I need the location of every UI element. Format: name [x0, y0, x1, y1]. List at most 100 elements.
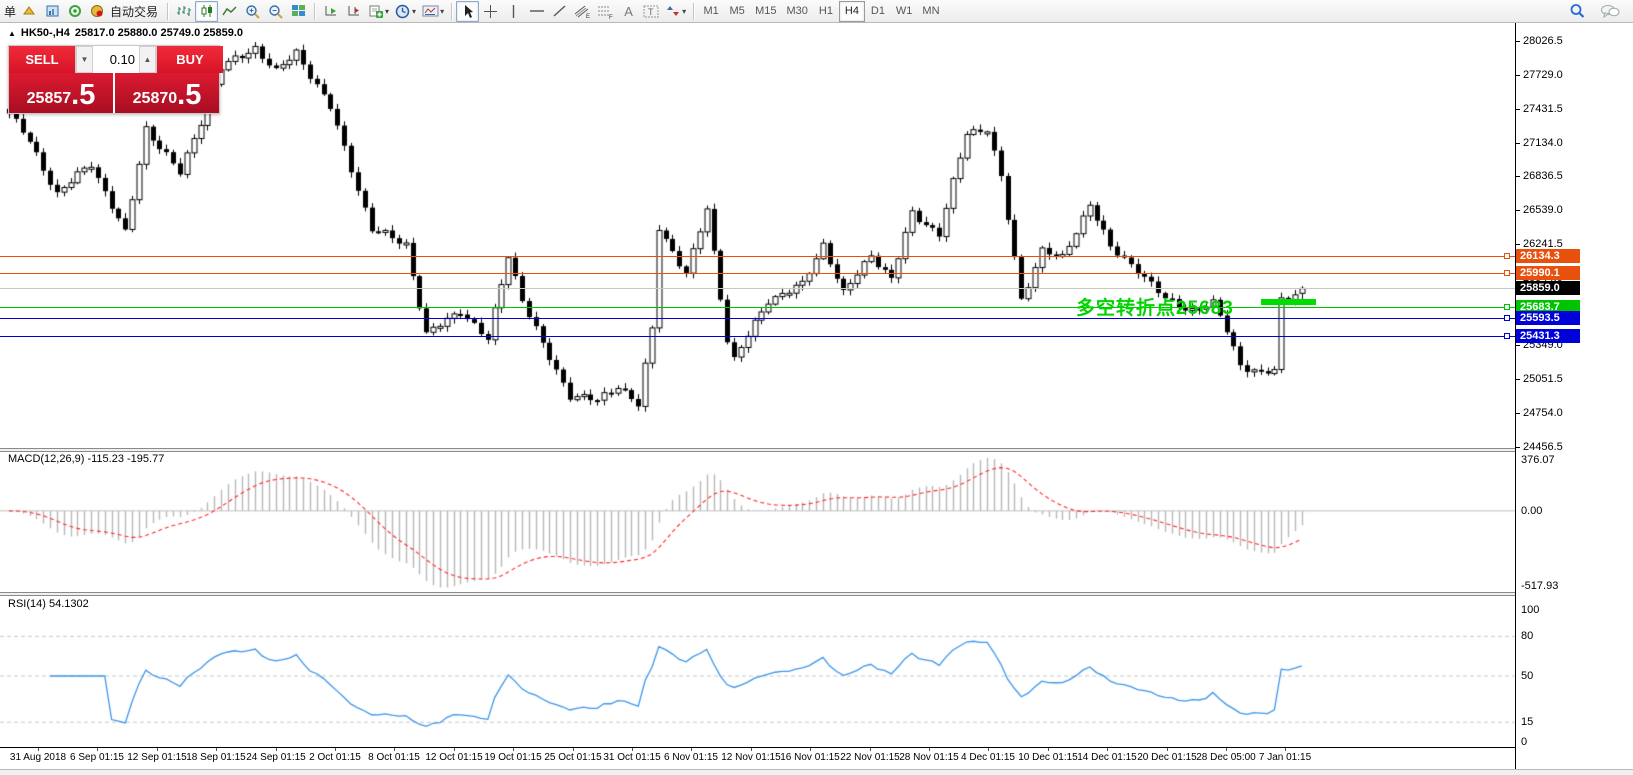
tf-button-H4[interactable]: H4 — [839, 1, 865, 22]
tf-button-M30[interactable]: M30 — [782, 1, 813, 22]
price-tick-label: 28026.5 — [1523, 35, 1563, 47]
buy-price[interactable]: 25870 .5 — [115, 73, 219, 113]
bid-price-line — [0, 288, 1515, 289]
candlestick-chart-icon[interactable] — [195, 1, 218, 22]
autotrading-label: 自动交易 — [108, 3, 160, 20]
date-tick-label: 14 Dec 01:15 — [1077, 752, 1137, 763]
chat-icon[interactable] — [1597, 1, 1623, 22]
volume-increase-button[interactable]: ▲ — [139, 46, 156, 73]
symbol-period: HK50-,H4 — [21, 27, 70, 39]
vertical-line-tool[interactable] — [502, 1, 525, 22]
tf-button-M15[interactable]: M15 — [750, 1, 781, 22]
templates-button[interactable]: ▾ — [419, 1, 447, 22]
strategy-tester-icon[interactable] — [64, 1, 87, 22]
date-tick-mark — [38, 748, 39, 751]
tf-button-H1[interactable]: H1 — [813, 1, 839, 22]
trendline-tool[interactable] — [548, 1, 571, 22]
tf-button-MN[interactable]: MN — [917, 1, 944, 22]
volume-input[interactable] — [93, 46, 139, 73]
price-tick-label: 26539.0 — [1523, 204, 1563, 216]
sell-price[interactable]: 25857 .5 — [9, 73, 113, 113]
date-tick-label: 19 Oct 01:15 — [484, 752, 541, 763]
chart-shift-icon[interactable] — [342, 1, 365, 22]
market-watch-icon[interactable] — [18, 1, 41, 22]
text-tool[interactable]: A — [617, 1, 640, 22]
candlestick-chart[interactable] — [0, 24, 1515, 449]
line-handle[interactable] — [1504, 315, 1510, 321]
search-icon[interactable] — [1566, 1, 1589, 22]
one-click-trading-panel: SELL ▼ ▲ BUY 25857 .5 25870 .5 — [8, 45, 220, 114]
date-tick-mark — [929, 748, 930, 751]
volume-stepper: ▼ ▲ — [75, 46, 157, 73]
price-line-label: 25593.5 — [1516, 311, 1580, 325]
new-chart-button[interactable]: ▾ — [365, 1, 392, 22]
mt4-window: 单 自动交易 ▾ — [0, 0, 1633, 775]
new-order-label[interactable]: 单 — [2, 3, 18, 20]
horizontal-line-25683.7[interactable] — [0, 307, 1515, 308]
sell-price-main: 25857 — [27, 88, 72, 110]
date-tick-mark — [276, 748, 277, 751]
pane-splitter[interactable] — [0, 448, 1633, 452]
price-tick-label: 27134.0 — [1523, 137, 1563, 149]
rsi-axis-label: 0 — [1521, 736, 1527, 748]
date-tick-mark — [513, 748, 514, 751]
crosshair-tool[interactable] — [479, 1, 502, 22]
auto-scroll-icon[interactable] — [319, 1, 342, 22]
macd-indicator-chart[interactable] — [0, 452, 1515, 592]
rsi-axis-label: 80 — [1521, 630, 1533, 642]
price-line-label: 26134.3 — [1516, 249, 1580, 263]
rsi-label: RSI(14) 54.1302 — [8, 598, 89, 610]
price-tick-label: 27729.0 — [1523, 69, 1563, 81]
horizontal-line-tool[interactable] — [525, 1, 548, 22]
horizontal-line-25431.3[interactable] — [0, 336, 1515, 337]
zoom-out-icon[interactable] — [264, 1, 287, 22]
chevron-down-icon: ▾ — [412, 7, 416, 16]
horizontal-line-25990.1[interactable] — [0, 273, 1515, 274]
tile-windows-icon[interactable] — [287, 1, 310, 22]
date-tick-label: 22 Nov 01:15 — [840, 752, 900, 763]
equidistant-channel-tool[interactable]: E — [571, 1, 594, 22]
turning-point-trend-segment[interactable] — [1261, 299, 1316, 305]
zoom-in-icon[interactable] — [241, 1, 264, 22]
text-label-tool[interactable]: T — [640, 1, 663, 22]
chart-window: ▲ HK50-,H4 25817.0 25880.0 25749.0 25859… — [0, 23, 1633, 775]
date-tick-label: 12 Oct 01:15 — [425, 752, 482, 763]
price-tick-label: 25051.5 — [1523, 373, 1563, 385]
date-tick-label: 28 Dec 05:00 — [1196, 752, 1256, 763]
autotrading-button[interactable]: 自动交易 — [87, 1, 163, 22]
cursor-tool[interactable] — [456, 1, 479, 22]
tf-button-D1[interactable]: D1 — [865, 1, 891, 22]
horizontal-line-26134.3[interactable] — [0, 256, 1515, 257]
price-axis[interactable]: 28026.527729.027431.527134.026836.526539… — [1516, 23, 1633, 769]
bar-chart-icon[interactable] — [172, 1, 195, 22]
sell-button[interactable]: SELL — [9, 46, 75, 73]
fibonacci-tool[interactable]: F — [594, 1, 617, 22]
text-tool-label: A — [624, 4, 633, 19]
line-chart-icon[interactable] — [218, 1, 241, 22]
axis-tick-mark — [1516, 345, 1520, 346]
line-handle[interactable] — [1504, 270, 1510, 276]
date-tick-mark — [988, 748, 989, 751]
periods-button[interactable]: ▾ — [392, 1, 419, 22]
toolbar: 单 自动交易 ▾ — [0, 0, 1633, 23]
line-handle[interactable] — [1504, 253, 1510, 259]
tf-button-W1[interactable]: W1 — [891, 1, 918, 22]
horizontal-line-25593.5[interactable] — [0, 318, 1515, 319]
rsi-indicator-chart[interactable] — [0, 596, 1515, 747]
buy-button[interactable]: BUY — [157, 46, 223, 73]
line-handle[interactable] — [1504, 304, 1510, 310]
turning-point-annotation[interactable]: 多空转折点25683 — [1076, 293, 1234, 320]
bottom-strip — [0, 769, 1633, 775]
terminal-icon[interactable] — [41, 1, 64, 22]
triangle-icon: ▲ — [8, 29, 16, 38]
chart-title: ▲ HK50-,H4 25817.0 25880.0 25749.0 25859… — [8, 27, 243, 39]
volume-decrease-button[interactable]: ▼ — [76, 46, 93, 73]
tf-button-M5[interactable]: M5 — [724, 1, 750, 22]
tf-button-M1[interactable]: M1 — [698, 1, 724, 22]
date-tick-label: 6 Sep 01:15 — [70, 752, 124, 763]
arrows-tool[interactable]: ▾ — [663, 1, 689, 22]
date-tick-label: 10 Dec 01:15 — [1018, 752, 1078, 763]
pane-splitter[interactable] — [0, 592, 1633, 596]
date-axis[interactable]: 31 Aug 20186 Sep 01:1512 Sep 01:1518 Sep… — [0, 748, 1515, 769]
line-handle[interactable] — [1504, 333, 1510, 339]
